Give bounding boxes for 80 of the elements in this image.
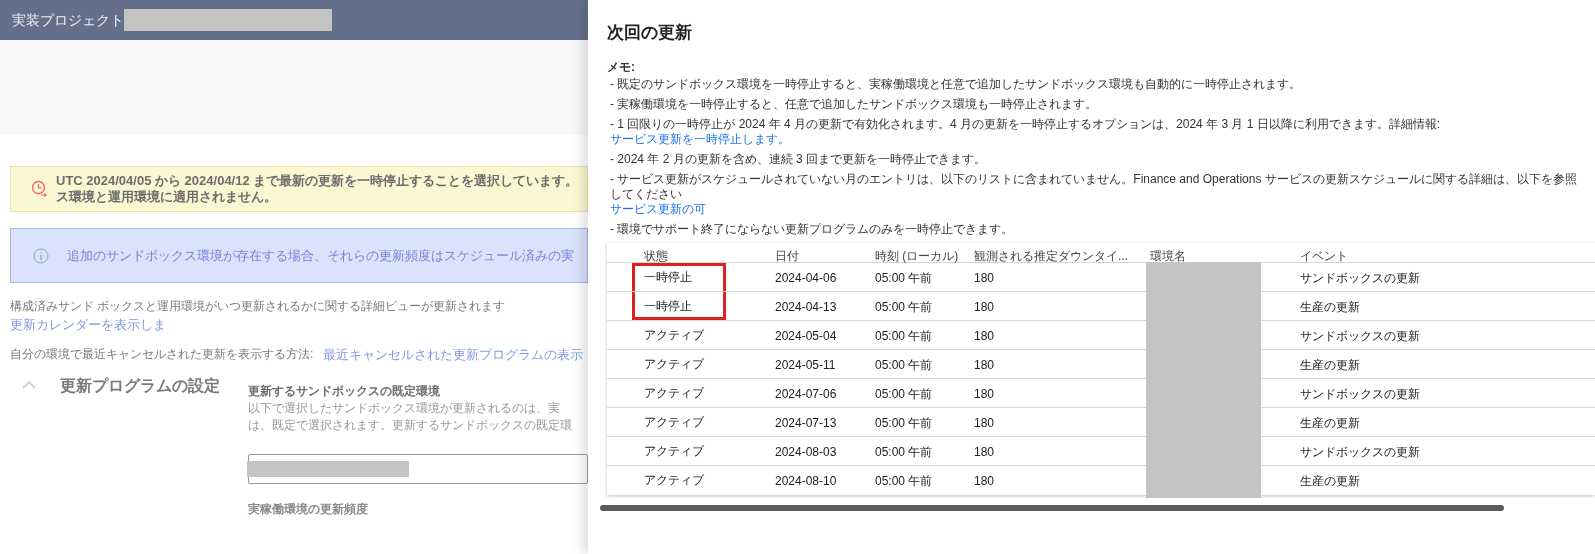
table-cell: 180 bbox=[974, 328, 995, 343]
note-text: - 2024 年 2 月の更新を含め、連続 3 回まで更新を一時停止できます。 bbox=[610, 151, 987, 167]
table-cell: 2024-05-04 bbox=[775, 328, 837, 343]
warning-text: ス環境と運用環境に適用されません。 bbox=[56, 189, 278, 205]
table-cell: 05:00 午前 bbox=[875, 444, 933, 459]
table-row[interactable]: 一時停止 2024-04-06 05:00 午前 180 サンドボックスの更新 bbox=[607, 262, 1595, 292]
table-cell-text: 一時停止 bbox=[644, 297, 692, 315]
note-link[interactable]: サービス更新の可 bbox=[610, 201, 706, 217]
column-header[interactable]: イベント bbox=[1300, 248, 1348, 263]
table-cell: 2024-08-10 bbox=[775, 474, 837, 488]
table-cell: 180 bbox=[974, 299, 995, 314]
table-cell-text: アクティブ bbox=[644, 355, 704, 373]
note-text: - サービス更新がスケジュールされていない月のエントリは、以下のリストに含まれていません。Finance and Operations サービスの更新スケジュールに関する詳細は、以下を参照してください bbox=[610, 171, 1578, 202]
table-cell-text: アクティブ bbox=[644, 472, 704, 489]
table-row[interactable]: アクティブ 2024-07-13 05:00 午前 180 生産の更新 bbox=[607, 407, 1595, 437]
note-text: - 既定のサンドボックス環境を一時停止すると、実稼働環境と任意で追加したサンドボックス環境も自動的に一時停止されます。 bbox=[610, 76, 1302, 92]
field-description: は、既定で選択されます。更新するサンドボックスの既定環 bbox=[248, 417, 573, 434]
note-link[interactable]: サービス更新を一時停止します。 bbox=[610, 131, 790, 147]
table-cell: 180 bbox=[974, 415, 995, 430]
column-header[interactable]: 日付 bbox=[775, 248, 799, 263]
memo-label: メモ: bbox=[607, 58, 636, 76]
table-cell-text: アクティブ bbox=[644, 413, 704, 431]
table-cell: 生産の更新 bbox=[1300, 474, 1360, 488]
clock-icon bbox=[31, 180, 47, 198]
table-row[interactable]: アクティブ 2024-05-11 05:00 午前 180 生産の更新 bbox=[607, 349, 1595, 379]
description-text: 構成済みサンド ボックスと運用環境がいつ更新されるかに関する詳細ビューが更新されます bbox=[10, 298, 506, 315]
note-text: - 1 回限りの一時停止が 2024 年 4 月の更新で有効化されます。4 月の更新を一時停止するオプションは、2024 年 3 月 1 日以降に利用できます。詳細情報: bbox=[610, 116, 1441, 132]
table-cell-text: アクティブ bbox=[644, 326, 704, 344]
table-cell: 2024-07-06 bbox=[775, 386, 837, 401]
horizontal-scrollbar[interactable] bbox=[600, 504, 1504, 511]
table-cell: 生産の更新 bbox=[1300, 299, 1360, 314]
table-row[interactable]: 一時停止 2024-04-13 05:00 午前 180 生産の更新 bbox=[607, 291, 1595, 321]
table-cell: サンドボックスの更新 bbox=[1300, 270, 1420, 285]
panel-title: 次回の更新 bbox=[607, 22, 693, 44]
table-cell: サンドボックスの更新 bbox=[1300, 328, 1420, 343]
column-header[interactable]: 観測される推定ダウンタイ... bbox=[974, 248, 1128, 263]
table-cell: 05:00 午前 bbox=[875, 357, 933, 372]
warning-text: UTC 2024/04/05 から 2024/04/12 まで最新の更新を一時停止することを選択しています。 bbox=[56, 173, 579, 189]
table-row[interactable]: アクティブ 2024-05-04 05:00 午前 180 サンドボックスの更新 bbox=[607, 320, 1595, 350]
field-description: 以下で選択したサンドボックス環境が更新されるのは、実 bbox=[248, 400, 561, 417]
column-header[interactable]: 環境名 bbox=[1150, 248, 1186, 263]
table-cell: 05:00 午前 bbox=[875, 328, 933, 343]
info-icon bbox=[33, 247, 49, 264]
table-cell: サンドボックスの更新 bbox=[1300, 444, 1420, 459]
sandbox-select[interactable] bbox=[248, 454, 588, 484]
chevron-icon[interactable] bbox=[22, 380, 36, 390]
table-cell: 05:00 午前 bbox=[875, 270, 933, 285]
table-cell: 2024-07-13 bbox=[775, 415, 837, 430]
table-cell: 05:00 午前 bbox=[875, 415, 933, 430]
table-cell: 180 bbox=[974, 270, 995, 285]
table-cell: 2024-08-03 bbox=[775, 444, 837, 459]
table-cell: サンドボックスの更新 bbox=[1300, 386, 1420, 401]
table-cell: 2024-04-13 bbox=[775, 299, 837, 314]
note-text: - 実稼働環境を一時停止すると、任意で追加したサンドボックス環境も一時停止されます。 bbox=[610, 96, 1098, 112]
table-cell: 180 bbox=[974, 444, 995, 459]
field-label: 更新するサンドボックスの既定環境 bbox=[248, 383, 441, 400]
field-label: 実稼働環境の更新頻度 bbox=[248, 501, 369, 518]
table-cell: 05:00 午前 bbox=[875, 299, 933, 314]
note-text: - 環境でサポート終了にならない更新プログラムのみを一時停止できます。 bbox=[610, 221, 1014, 237]
table-cell-text: アクティブ bbox=[644, 384, 704, 402]
info-text: 追加のサンドボックス環境が存在する場合、それらの更新頻度はスケジュール済みの実 bbox=[67, 246, 574, 265]
column-header[interactable]: 時刻 (ローカル) bbox=[875, 248, 959, 263]
table-cell-text: 一時停止 bbox=[644, 268, 692, 286]
table-cell: 180 bbox=[974, 474, 995, 488]
column-header[interactable]: 状態 bbox=[644, 248, 668, 263]
project-title: 実装プロジェクト bbox=[12, 10, 124, 30]
table-cell: 2024-04-06 bbox=[775, 270, 837, 285]
table-row[interactable]: アクティブ 2024-07-06 05:00 午前 180 サンドボックスの更新 bbox=[607, 378, 1595, 408]
table-cell: 生産の更新 bbox=[1300, 357, 1360, 372]
section-title: 更新プログラムの設定 bbox=[60, 376, 220, 396]
table-cell: 05:00 午前 bbox=[875, 386, 933, 401]
table-cell-text: アクティブ bbox=[644, 442, 704, 460]
table-cell: 05:00 午前 bbox=[875, 474, 933, 488]
table-cell: 2024-05-11 bbox=[775, 357, 836, 372]
table-cell: 180 bbox=[974, 386, 995, 401]
description-text: 自分の環境で最近キャンセルされた更新を表示する方法: bbox=[10, 346, 314, 364]
table-cell: 生産の更新 bbox=[1300, 415, 1360, 430]
table-cell: 180 bbox=[974, 357, 995, 372]
table-row[interactable]: アクティブ 2024-08-10 05:00 午前 180 生産の更新 bbox=[607, 465, 1595, 495]
table-row[interactable]: アクティブ 2024-08-03 05:00 午前 180 サンドボックスの更新 bbox=[607, 436, 1595, 466]
